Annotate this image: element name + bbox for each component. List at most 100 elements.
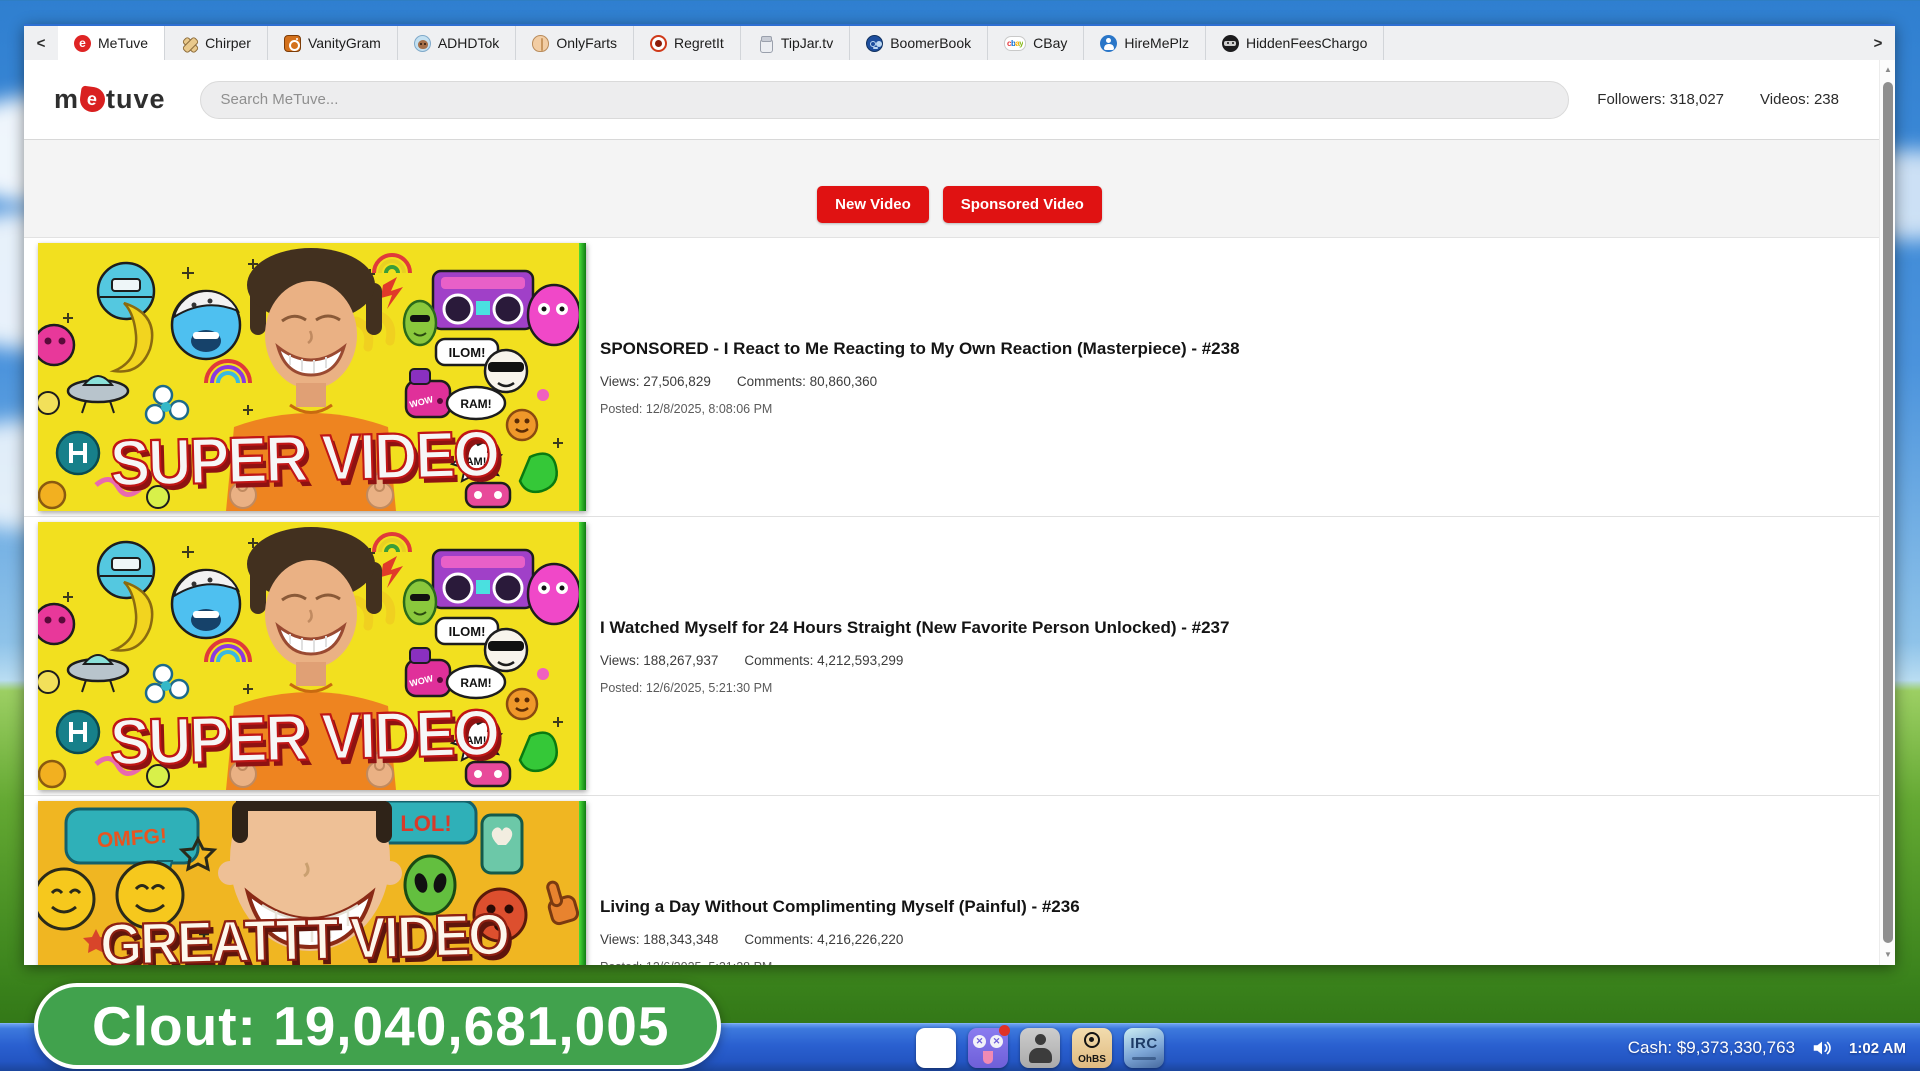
tab-label: HiddenFeesChargo <box>1246 35 1367 51</box>
tab-metuve[interactable]: MeTuve <box>58 26 165 60</box>
jar-icon <box>757 35 774 52</box>
actions-bar: New Video Sponsored Video <box>24 140 1895 238</box>
logo-play-icon: e <box>78 85 106 113</box>
tab-bar: < MeTuve Chirper VanityGram ADHDTok Only… <box>24 24 1895 60</box>
dead-face-app-icon[interactable]: ✕ ✕ <box>968 1028 1008 1068</box>
video-posted: Posted: 12/6/2025, 5:21:28 PM <box>600 960 1080 966</box>
peach-icon <box>532 35 549 52</box>
video-info: SPONSORED - I React to Me Reacting to My… <box>600 339 1240 416</box>
bubble-text: RAM! <box>460 397 491 411</box>
tab-boomerbook[interactable]: BoomerBook <box>850 26 988 60</box>
tab-label: TipJar.tv <box>781 35 833 51</box>
thumbnail-edge <box>579 522 586 790</box>
forward-button[interactable]: > <box>1861 26 1895 60</box>
bubble-text: LOL! <box>400 811 451 836</box>
search-input[interactable] <box>221 91 1549 108</box>
cat-face-icon <box>414 35 431 52</box>
chirper-icon <box>181 35 198 52</box>
camera-icon <box>284 35 301 52</box>
thumbnail-edge <box>579 243 586 511</box>
irc-subtitle-bar <box>1132 1057 1156 1060</box>
cbay-logo-text: cbay <box>1007 39 1023 48</box>
irc-label: IRC <box>1124 1035 1164 1052</box>
x-eye-icon: ✕ <box>990 1035 1003 1048</box>
bubble-text: ILOM! <box>449 624 486 639</box>
alien-badge-icon <box>650 35 667 52</box>
tab-hiremeplz[interactable]: HireMePlz <box>1084 26 1206 60</box>
video-thumbnail: WOW ILOM! RAM! AM! <box>38 522 586 790</box>
video-info: Living a Day Without Complimenting Mysel… <box>600 897 1080 966</box>
video-posted: Posted: 12/6/2025, 5:21:30 PM <box>600 681 1229 695</box>
scrollbar-thumb[interactable] <box>1883 82 1893 943</box>
channel-stats: Followers: 318,027 Videos: 238 <box>1597 91 1839 108</box>
system-tray: Cash: $9,373,330,763 1:02 AM <box>1628 1024 1906 1071</box>
video-row-236[interactable]: OMFG! LOL! <box>24 796 1895 965</box>
bubble-text: RAM! <box>460 676 491 690</box>
speaker-icon[interactable] <box>1811 1037 1833 1059</box>
video-title: Living a Day Without Complimenting Mysel… <box>600 897 1080 917</box>
tab-cbay[interactable]: cbay CBay <box>988 26 1084 60</box>
video-posted: Posted: 12/8/2025, 8:08:06 PM <box>600 402 1240 416</box>
media-ring-app-icon[interactable] <box>916 1028 956 1068</box>
tab-onlyfarts[interactable]: OnlyFarts <box>516 26 634 60</box>
video-row-237[interactable]: WOW ILOM! RAM! AM! <box>24 517 1895 796</box>
back-button[interactable]: < <box>24 26 58 60</box>
person-head-icon <box>1035 1034 1046 1045</box>
tab-label: MeTuve <box>98 35 148 51</box>
tab-label: ADHDTok <box>438 35 499 51</box>
metuve-icon <box>74 35 91 52</box>
tab-label: CBay <box>1033 35 1067 51</box>
site-header: m e tuve Followers: 318,027 Videos: 238 <box>24 60 1895 140</box>
page-content: m e tuve Followers: 318,027 Videos: 238 … <box>24 60 1895 965</box>
cash-counter: Cash: $9,373,330,763 <box>1628 1038 1795 1058</box>
tab-regretit[interactable]: RegretIt <box>634 26 741 60</box>
eye-icon <box>1084 1032 1100 1048</box>
thumbnail-caption: SUPER VIDEO <box>38 693 571 781</box>
video-thumbnail: OMFG! LOL! <box>38 801 586 965</box>
clout-counter: Clout: 19,040,681,005 <box>34 983 721 1069</box>
robber-face-icon <box>1222 35 1239 52</box>
video-views: Views: 27,506,829 <box>600 374 711 389</box>
taskbar-dock: ✕ ✕ OhBS IRC <box>916 1028 1164 1068</box>
logo-part: tuve <box>106 84 166 115</box>
scroll-up-arrow[interactable]: ▲ <box>1880 62 1896 78</box>
notification-dot <box>999 1025 1010 1036</box>
followers-count: Followers: 318,027 <box>1597 91 1724 108</box>
x-eye-icon: ✕ <box>973 1035 986 1048</box>
cbay-logo-icon: cbay <box>1004 36 1026 51</box>
video-views: Views: 188,343,348 <box>600 932 718 947</box>
ohbs-app-icon[interactable]: OhBS <box>1072 1028 1112 1068</box>
videos-count: Videos: 238 <box>1760 91 1839 108</box>
tab-vanitygram[interactable]: VanityGram <box>268 26 398 60</box>
logo-part: m <box>54 84 79 115</box>
bubble-text: ILOM! <box>449 345 486 360</box>
person-body-icon <box>1029 1048 1052 1063</box>
clock: 1:02 AM <box>1849 1040 1906 1057</box>
tab-hiddenfeeschargo[interactable]: HiddenFeesChargo <box>1206 26 1384 60</box>
video-title: I Watched Myself for 24 Hours Straight (… <box>600 618 1229 638</box>
video-views: Views: 188,267,937 <box>600 653 718 668</box>
scroll-down-arrow[interactable]: ▼ <box>1880 947 1896 963</box>
video-thumbnail: WOW ILOM! RAM! AM! <box>38 243 586 511</box>
video-title: SPONSORED - I React to Me Reacting to My… <box>600 339 1240 359</box>
vertical-scrollbar: ▲ ▼ <box>1879 60 1895 965</box>
tab-label: OnlyFarts <box>556 35 617 51</box>
persona-app-icon[interactable] <box>1020 1028 1060 1068</box>
tab-chirper[interactable]: Chirper <box>165 26 268 60</box>
video-info: I Watched Myself for 24 Hours Straight (… <box>600 618 1229 695</box>
tab-label: VanityGram <box>308 35 381 51</box>
thumbnail-edge <box>579 801 586 965</box>
video-comments: Comments: 80,860,360 <box>737 374 877 389</box>
metuve-logo: m e tuve <box>54 84 166 115</box>
tab-adhdtok[interactable]: ADHDTok <box>398 26 516 60</box>
video-row-238[interactable]: WOW ILOM! RAM! AM! <box>24 238 1895 517</box>
tab-label: BoomerBook <box>890 35 971 51</box>
irc-app-icon[interactable]: IRC <box>1124 1028 1164 1068</box>
browser-window: < MeTuve Chirper VanityGram ADHDTok Only… <box>24 24 1895 965</box>
glasses-face-icon <box>866 35 883 52</box>
tab-tipjartv[interactable]: TipJar.tv <box>741 26 850 60</box>
tab-label: HireMePlz <box>1124 35 1189 51</box>
new-video-button[interactable]: New Video <box>817 186 929 223</box>
sponsored-video-button[interactable]: Sponsored Video <box>943 186 1102 223</box>
color-ring-icon <box>918 1030 954 1066</box>
